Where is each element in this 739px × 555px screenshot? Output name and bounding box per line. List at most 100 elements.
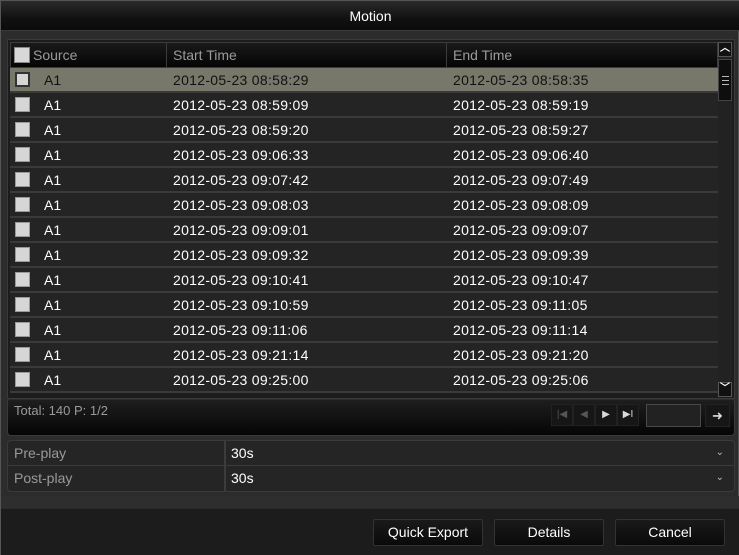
start-time-cell: 2012-05-23 08:59:20	[173, 121, 309, 138]
start-time-cell: 2012-05-23 08:58:29	[173, 71, 309, 88]
table-row[interactable]: A1 2012-05-23 09:21:14 2012-05-23 09:21:20	[10, 343, 718, 368]
chevron-down-icon: ⌄	[715, 447, 724, 458]
end-time-cell: 2012-05-23 08:59:19	[453, 96, 589, 113]
table-row[interactable]: A1 2012-05-23 09:09:32 2012-05-23 09:09:39	[10, 243, 718, 268]
quick-export-button[interactable]: Quick Export	[373, 519, 483, 546]
end-time-cell: 2012-05-23 09:09:07	[453, 221, 589, 238]
go-to-page-button[interactable]: ➜	[705, 404, 730, 427]
row-checkbox[interactable]	[15, 222, 30, 237]
row-checkbox[interactable]	[15, 72, 30, 87]
source-cell: A1	[10, 72, 166, 88]
source-value: A1	[44, 196, 62, 213]
row-checkbox[interactable]	[15, 172, 30, 187]
end-time-cell: 2012-05-23 09:07:49	[453, 171, 589, 188]
dialog-footer: Quick Export Details Cancel	[1, 508, 739, 555]
select-all-checkbox[interactable]	[14, 47, 30, 63]
start-time-cell: 2012-05-23 08:59:09	[173, 96, 309, 113]
source-value: A1	[44, 321, 62, 338]
source-value: A1	[44, 371, 62, 388]
scroll-down-button[interactable]: ﹀	[718, 382, 732, 397]
source-header-label: Source	[33, 47, 78, 63]
source-value: A1	[44, 71, 62, 88]
row-checkbox[interactable]	[15, 272, 30, 287]
row-checkbox[interactable]	[15, 247, 30, 262]
scroll-thumb[interactable]	[718, 59, 732, 101]
source-cell: A1	[10, 222, 166, 238]
row-checkbox[interactable]	[15, 147, 30, 162]
source-cell: A1	[10, 247, 166, 263]
row-checkbox[interactable]	[15, 297, 30, 312]
start-time-cell: 2012-05-23 09:06:33	[173, 146, 309, 163]
dialog-title: Motion	[1, 1, 739, 31]
source-value: A1	[44, 246, 62, 263]
column-header-source[interactable]: Source	[11, 43, 167, 67]
arrow-right-icon: ➜	[712, 408, 723, 423]
source-cell: A1	[10, 372, 166, 388]
post-play-row: Post-play 30s ⌄	[8, 466, 734, 491]
prev-page-button[interactable]: ◀	[573, 404, 595, 426]
row-checkbox[interactable]	[15, 197, 30, 212]
source-cell: A1	[10, 97, 166, 113]
row-checkbox[interactable]	[15, 122, 30, 137]
source-value: A1	[44, 146, 62, 163]
row-checkbox[interactable]	[15, 97, 30, 112]
end-time-cell: 2012-05-23 08:59:27	[453, 121, 589, 138]
footer-divider	[1, 496, 739, 508]
source-cell: A1	[10, 172, 166, 188]
end-time-cell: 2012-05-23 09:06:40	[453, 146, 589, 163]
start-time-cell: 2012-05-23 09:07:42	[173, 171, 309, 188]
end-time-cell: 2012-05-23 09:21:20	[453, 346, 589, 363]
page-number-input[interactable]	[646, 404, 701, 427]
table-row[interactable]: A1 2012-05-23 09:11:06 2012-05-23 09:11:14	[10, 318, 718, 343]
row-checkbox[interactable]	[15, 347, 30, 362]
source-cell: A1	[10, 147, 166, 163]
row-checkbox[interactable]	[15, 322, 30, 337]
table-row[interactable]: A1 2012-05-23 09:25:00 2012-05-23 09:25:06	[10, 368, 718, 393]
table-header: Source Start Time End Time	[10, 42, 718, 68]
table-row[interactable]: A1 2012-05-23 09:08:03 2012-05-23 09:08:09	[10, 193, 718, 218]
post-play-select[interactable]: 30s ⌄	[226, 466, 734, 491]
source-value: A1	[44, 221, 62, 238]
end-time-cell: 2012-05-23 09:09:39	[453, 246, 589, 263]
end-time-cell: 2012-05-23 09:10:47	[453, 271, 589, 288]
table-row[interactable]: A1 2012-05-23 08:58:29 2012-05-23 08:58:35	[10, 68, 718, 93]
column-header-start-time[interactable]: Start Time	[167, 43, 447, 67]
start-time-cell: 2012-05-23 09:25:00	[173, 371, 309, 388]
table-row[interactable]: A1 2012-05-23 09:10:41 2012-05-23 09:10:47	[10, 268, 718, 293]
last-page-button[interactable]: ▶I	[617, 404, 639, 426]
next-page-button[interactable]: ▶	[595, 404, 617, 426]
vertical-scrollbar[interactable]: ︿ ﹀	[718, 42, 732, 397]
row-checkbox[interactable]	[15, 372, 30, 387]
start-time-cell: 2012-05-23 09:10:59	[173, 296, 309, 313]
table-row[interactable]: A1 2012-05-23 08:59:20 2012-05-23 08:59:27	[10, 118, 718, 143]
source-value: A1	[44, 96, 62, 113]
playback-settings: Pre-play 30s ⌄ Post-play 30s ⌄	[7, 440, 735, 492]
start-time-cell: 2012-05-23 09:09:32	[173, 246, 309, 263]
source-cell: A1	[10, 297, 166, 313]
table-row[interactable]: A1 2012-05-23 09:06:33 2012-05-23 09:06:40	[10, 143, 718, 168]
pre-play-select[interactable]: 30s ⌄	[226, 441, 734, 465]
cancel-button[interactable]: Cancel	[615, 519, 725, 546]
end-time-cell: 2012-05-23 09:08:09	[453, 196, 589, 213]
details-button[interactable]: Details	[494, 519, 604, 546]
pre-play-row: Pre-play 30s ⌄	[8, 441, 734, 466]
start-time-cell: 2012-05-23 09:11:06	[173, 321, 308, 338]
table-row[interactable]: A1 2012-05-23 08:59:09 2012-05-23 08:59:19	[10, 93, 718, 118]
table-body: A1 2012-05-23 08:58:29 2012-05-23 08:58:35…	[10, 68, 718, 398]
source-cell: A1	[10, 347, 166, 363]
motion-dialog: Motion Source Start Time End Time A1 2012…	[0, 0, 739, 555]
source-value: A1	[44, 346, 62, 363]
pre-play-label: Pre-play	[8, 441, 226, 465]
last-page-icon: ▶I	[622, 409, 634, 420]
scroll-up-button[interactable]: ︿	[718, 42, 732, 57]
table-row[interactable]: A1 2012-05-23 09:07:42 2012-05-23 09:07:49	[10, 168, 718, 193]
first-page-icon: |◀	[556, 409, 568, 420]
table-row[interactable]: A1 2012-05-23 09:10:59 2012-05-23 09:11:05	[10, 293, 718, 318]
table-row[interactable]: A1 2012-05-23 09:09:01 2012-05-23 09:09:07	[10, 218, 718, 243]
total-count-text: Total: 140 P: 1/2	[14, 403, 108, 418]
post-play-value: 30s	[231, 470, 254, 486]
grip-line	[722, 84, 729, 85]
column-header-end-time[interactable]: End Time	[447, 43, 717, 67]
start-time-cell: 2012-05-23 09:10:41	[173, 271, 309, 288]
first-page-button[interactable]: |◀	[551, 404, 573, 426]
